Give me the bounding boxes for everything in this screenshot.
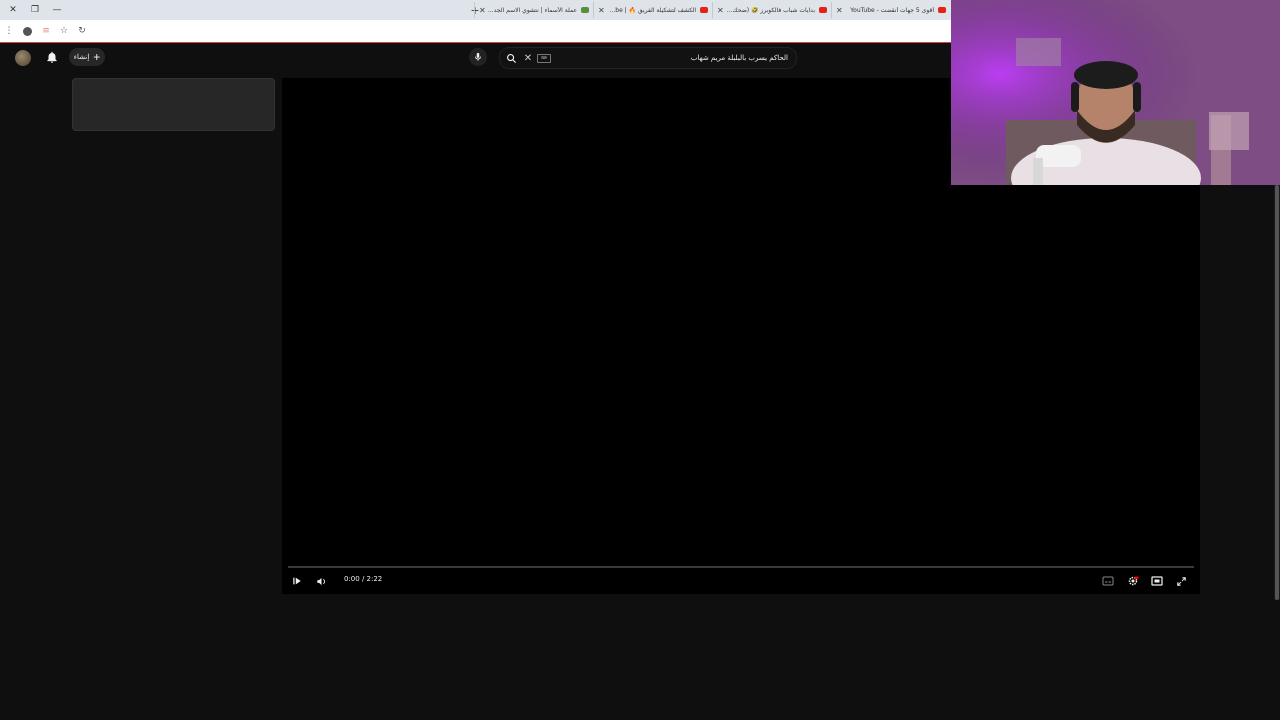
menu-dots-icon[interactable]: ⋮ [0, 26, 18, 36]
mic-icon [475, 52, 481, 61]
profile-icon[interactable] [23, 26, 32, 36]
search-box: ✕ ⌨ [499, 47, 797, 69]
tab-title: بدايات شباب فالكوبرز 🤣 (ضحك) ♦ [725, 6, 815, 14]
search-icon [506, 53, 516, 63]
tab-close-icon[interactable]: ✕ [598, 6, 607, 15]
subtitles-button[interactable] [1100, 573, 1116, 589]
bell-icon[interactable] [45, 49, 59, 65]
tab-favicon-icon [581, 7, 589, 13]
page-scrollbar[interactable] [1274, 185, 1280, 600]
theater-mode-button[interactable] [1149, 573, 1165, 589]
browser-tab[interactable]: عملة الأسماء | نتشوي الاسم الجد... ✕ [474, 2, 593, 18]
tab-favicon-icon [700, 7, 708, 13]
progress-bar[interactable] [288, 566, 1194, 568]
browser-tab[interactable]: الكشف لتشكيلة الفريق 🔥 | YouTube✕ [593, 2, 712, 18]
window-restore-icon[interactable]: ❐ [24, 5, 46, 15]
extension-icon[interactable]: ≡ [37, 26, 55, 36]
tab-favicon-icon [819, 7, 827, 13]
star-icon[interactable]: ☆ [55, 26, 73, 36]
time-display: 0:00 / 2:22 [344, 575, 383, 583]
plus-icon: + [93, 50, 101, 64]
webcam-overlay [951, 0, 1280, 185]
browser-toolbar: ⋮ ≡ ☆ ↻ [0, 20, 952, 43]
window-minimize-icon[interactable]: — [46, 5, 68, 15]
browser-tab-strip: ✕ ❐ — + أقوى 5 جهات أنقضت - YouTube ✕ بداي… [0, 0, 952, 20]
tab-close-icon[interactable]: ✕ [479, 6, 488, 15]
tab-favicon-icon [938, 7, 946, 13]
fullscreen-button[interactable] [1173, 573, 1189, 589]
scrollbar-thumb[interactable] [1275, 185, 1279, 600]
browser-tab[interactable]: أقوى 5 جهات أنقضت - YouTube ✕ [831, 2, 950, 18]
settings-button[interactable] [1125, 573, 1141, 589]
browser-tabs: أقوى 5 جهات أنقضت - YouTube ✕ بدايات شباب … [474, 2, 950, 18]
search-button[interactable] [500, 53, 522, 64]
tab-close-icon[interactable]: ✕ [717, 6, 726, 15]
window-close-icon[interactable]: ✕ [2, 5, 24, 15]
tab-title: الكشف لتشكيلة الفريق 🔥 | YouTube [607, 6, 696, 14]
window-controls: ✕ ❐ — [0, 5, 82, 15]
volume-icon [316, 577, 325, 585]
gear-icon [1128, 576, 1139, 586]
play-icon [293, 577, 301, 585]
create-label: إنشاء [73, 54, 90, 61]
reload-icon[interactable]: ↻ [73, 26, 91, 36]
mic-button[interactable] [469, 48, 487, 66]
create-button[interactable]: إنشاء + [69, 48, 105, 66]
tab-title: أقوى 5 جهات أنقضت - YouTube [850, 6, 934, 14]
player-controls: 0:00 / 2:22 [282, 573, 1200, 589]
subtitles-icon [1102, 576, 1114, 586]
theater-icon [1151, 576, 1163, 586]
tab-close-icon[interactable]: ✕ [836, 6, 845, 15]
fullscreen-icon [1176, 576, 1186, 586]
tab-title: عملة الأسماء | نتشوي الاسم الجد... [487, 6, 577, 14]
volume-button[interactable] [314, 573, 328, 589]
search-input[interactable] [551, 53, 796, 63]
play-button[interactable] [290, 573, 304, 589]
clear-search-icon[interactable]: ✕ [522, 53, 534, 64]
keyboard-icon[interactable]: ⌨ [537, 53, 551, 63]
streamer-webcam-image [951, 0, 1280, 185]
loading-placeholder-card [72, 78, 275, 131]
browser-tab[interactable]: بدايات شباب فالكوبرز 🤣 (ضحك) ♦ ✕ [712, 2, 831, 18]
avatar[interactable] [15, 50, 31, 66]
